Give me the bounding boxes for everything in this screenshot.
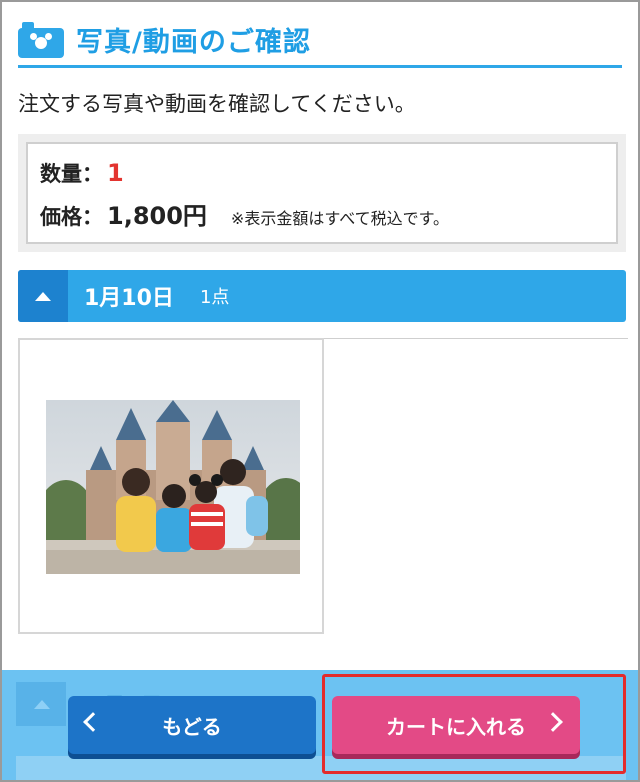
- price-label: 価格：: [40, 205, 103, 229]
- page-title: 写真/動画のご確認: [76, 27, 311, 58]
- page-frame: 写真/動画のご確認 注文する写真や動画を確認してください。 数量： 1 価格： …: [0, 0, 640, 782]
- order-summary-inner: 数量： 1 価格： 1,800円 ※表示金額はすべて税込です。: [26, 142, 618, 244]
- date-group-header[interactable]: 1月10日 1点: [18, 270, 626, 322]
- cart-button-highlight: [322, 674, 626, 774]
- camera-mouse-icon: [18, 21, 64, 58]
- price-row: 価格： 1,800円 ※表示金額はすべて税込です。: [40, 196, 604, 234]
- intro-text: 注文する写真や動画を確認してください。: [18, 92, 416, 116]
- back-button[interactable]: もどる: [68, 696, 316, 754]
- page-header: 写真/動画のご確認: [18, 14, 622, 68]
- date-group-label: 1月10日: [84, 286, 174, 311]
- quantity-value: 1: [107, 159, 124, 187]
- tax-note: ※表示金額はすべて税込です。: [230, 209, 449, 228]
- quantity-label: 数量：: [40, 162, 103, 186]
- family-castle-photo: [46, 400, 300, 574]
- date-group-count: 1点: [199, 287, 230, 308]
- collapse-toggle[interactable]: [18, 270, 68, 322]
- photo-cell[interactable]: [18, 338, 324, 634]
- order-summary: 数量： 1 価格： 1,800円 ※表示金額はすべて税込です。: [18, 134, 626, 252]
- price-value: 1,800円: [107, 202, 207, 230]
- back-button-label: もどる: [162, 714, 222, 739]
- photo-thumbnail[interactable]: [46, 400, 300, 574]
- chevron-up-icon: [35, 291, 51, 301]
- quantity-row: 数量： 1: [40, 158, 604, 196]
